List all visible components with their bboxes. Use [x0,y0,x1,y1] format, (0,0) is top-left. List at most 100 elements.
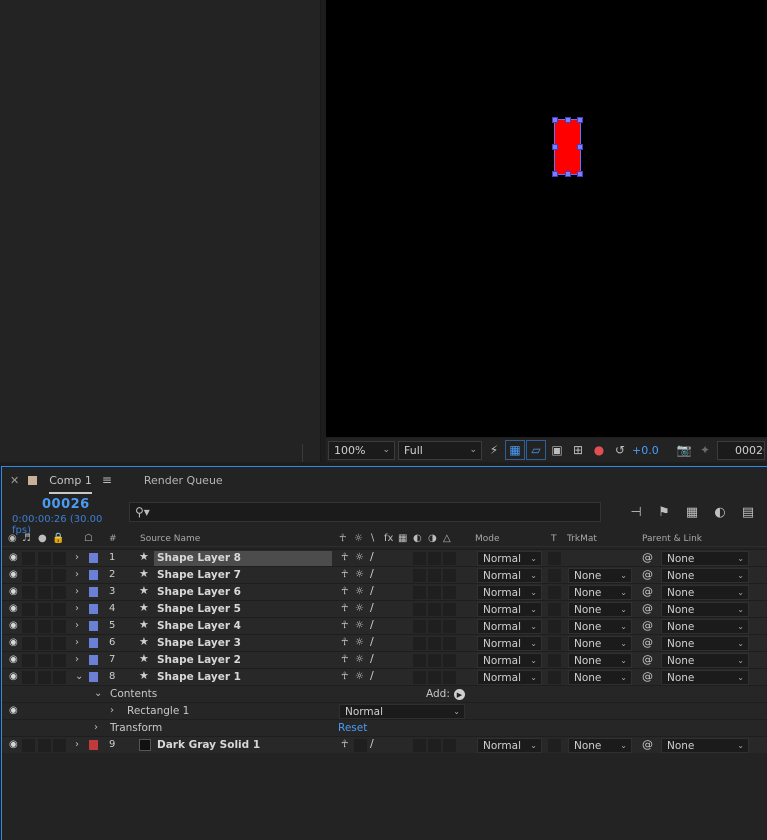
label-color-swatch[interactable] [89,553,98,563]
3d-switch[interactable] [443,671,456,684]
transform-group-row[interactable]: › Transform Reset [2,719,767,736]
transform-handle[interactable] [577,171,583,177]
pick-whip-icon[interactable]: @ [642,636,653,649]
frame-blending-icon[interactable]: ▦ [683,503,701,521]
layer-row[interactable]: ◉ › 5 ★ Shape Layer 4 ☥ ☼ ∕ Normal ⌄ Non… [2,617,767,634]
shy-switch-icon[interactable]: ☥ [341,739,348,750]
solo-toggle[interactable] [38,654,51,667]
adjustment-switch[interactable] [428,552,441,565]
lock-toggle[interactable] [53,620,66,633]
shy-switch-icon[interactable]: ☥ [341,586,348,597]
fast-preview-icon[interactable]: ⚡ [485,441,503,459]
shy-switch-icon[interactable]: ☥ [341,654,348,665]
audio-toggle[interactable] [22,739,35,752]
hamburger-menu-icon[interactable]: ≡ [102,473,112,487]
tab-render-queue[interactable]: Render Queue [136,467,231,493]
layer-row[interactable]: ◉ › 1 ★ Shape Layer 8 ☥ ☼ ∕ Normal ⌄ @ N… [2,549,767,566]
parent-select[interactable]: None ⌄ [661,585,749,600]
pick-whip-icon[interactable]: @ [642,653,653,666]
collapse-switch-icon[interactable]: ☼ [355,637,364,648]
eye-icon[interactable]: ◉ [9,603,18,614]
motion-blur-switch[interactable] [413,739,426,752]
label-color-swatch[interactable] [89,638,98,648]
zoom-select[interactable]: 100% ⌄ [328,440,395,460]
label-color-swatch[interactable] [89,655,98,665]
lock-toggle[interactable] [53,654,66,667]
3d-switch[interactable] [443,739,456,752]
graph-editor-icon[interactable]: ▤ [739,503,757,521]
show-snapshot-icon[interactable]: ✦ [696,441,714,459]
parent-select[interactable]: None ⌄ [661,551,749,566]
pick-whip-icon[interactable]: @ [642,670,653,683]
motion-blur-switch[interactable] [413,654,426,667]
preserve-transparency-toggle[interactable] [548,620,561,633]
eye-icon[interactable]: ◉ [8,533,17,544]
preserve-transparency-toggle[interactable] [548,637,561,650]
mask-path-icon[interactable]: ▱ [526,440,546,460]
trkmat-select[interactable]: None ⌄ [568,653,632,668]
solo-toggle[interactable] [38,603,51,616]
transform-handle[interactable] [552,117,558,123]
shy-switch-icon[interactable]: ☥ [341,569,348,580]
motion-blur-icon[interactable]: ◐ [711,503,729,521]
motion-blur-switch[interactable] [413,586,426,599]
adjustment-switch[interactable] [428,671,441,684]
trkmat-select[interactable]: None ⌄ [568,619,632,634]
quality-switch-icon[interactable]: ∕ [370,618,374,631]
motion-blur-switch[interactable] [413,552,426,565]
quality-switch-icon[interactable]: ∕ [370,550,374,563]
layer-row[interactable]: ◉ ⌄ 8 ★ Shape Layer 1 ☥ ☼ ∕ Normal ⌄ Non… [2,668,767,685]
chevron-right-icon[interactable]: › [75,637,79,648]
solo-toggle[interactable] [38,620,51,633]
adjustment-switch[interactable] [428,620,441,633]
pick-whip-icon[interactable]: @ [642,738,653,751]
resolution-select[interactable]: Full ⌄ [398,440,482,460]
preserve-transparency-toggle[interactable] [548,654,561,667]
collapse-switch-icon[interactable]: ☼ [355,671,364,682]
chevron-down-icon[interactable]: ⌄ [75,671,83,682]
collapse-switch-icon[interactable]: ☼ [355,569,364,580]
quality-switch-icon[interactable]: ∕ [370,601,374,614]
layer-row[interactable]: ◉ › 3 ★ Shape Layer 6 ☥ ☼ ∕ Normal ⌄ Non… [2,583,767,600]
adjustment-switch[interactable] [428,586,441,599]
snapshot-camera-icon[interactable]: 📷 [675,441,693,459]
preserve-transparency-toggle[interactable] [548,739,561,752]
layer-name[interactable]: Shape Layer 4 [157,620,241,632]
audio-toggle[interactable] [22,620,35,633]
layer-row[interactable]: ◉ › 2 ★ Shape Layer 7 ☥ ☼ ∕ Normal ⌄ Non… [2,566,767,583]
lock-toggle[interactable] [53,603,66,616]
col-parent-link[interactable]: Parent & Link [642,534,702,544]
mode-select[interactable]: Normal ⌄ [477,636,542,651]
tab-comp-1[interactable]: ✕ Comp 1 ≡ [2,467,120,494]
shy-switch-icon[interactable]: ☥ [341,671,348,682]
label-color-swatch[interactable] [89,672,98,682]
layer-row[interactable]: ◉ › 7 ★ Shape Layer 2 ☥ ☼ ∕ Normal ⌄ Non… [2,651,767,668]
collapse-switch[interactable] [354,739,367,752]
label-color-swatch[interactable] [89,740,98,750]
transparency-grid-icon[interactable]: ▦ [505,440,525,460]
channel-icon[interactable]: ● [590,441,608,459]
blend-mode-select[interactable]: Normal ⌄ [339,704,465,719]
eye-icon[interactable]: ◉ [9,552,18,563]
chevron-right-icon[interactable]: › [75,586,79,597]
mode-select[interactable]: Normal ⌄ [477,738,542,753]
solo-icon[interactable]: ● [38,533,47,544]
eye-icon[interactable]: ◉ [9,739,18,750]
lock-toggle[interactable] [53,569,66,582]
chevron-right-icon[interactable]: › [75,603,79,614]
audio-toggle[interactable] [22,603,35,616]
collapse-switch-icon[interactable]: ☼ [355,586,364,597]
shy-layers-icon[interactable]: ⚑ [655,503,673,521]
layer-name[interactable]: Shape Layer 8 [154,551,332,566]
collapse-switch-icon[interactable]: ☼ [355,654,364,665]
comp-flowchart-icon[interactable]: ⊣ [627,503,645,521]
adjustment-switch[interactable] [428,654,441,667]
layer-name[interactable]: Shape Layer 1 [157,671,241,683]
audio-toggle[interactable] [22,552,35,565]
eye-icon[interactable]: ◉ [9,637,18,648]
lock-toggle[interactable] [53,552,66,565]
col-source-name[interactable]: Source Name [140,534,200,544]
col-mode[interactable]: Mode [475,534,500,544]
grid-guides-icon[interactable]: ⊞ [569,441,587,459]
col-t[interactable]: T [551,534,557,544]
